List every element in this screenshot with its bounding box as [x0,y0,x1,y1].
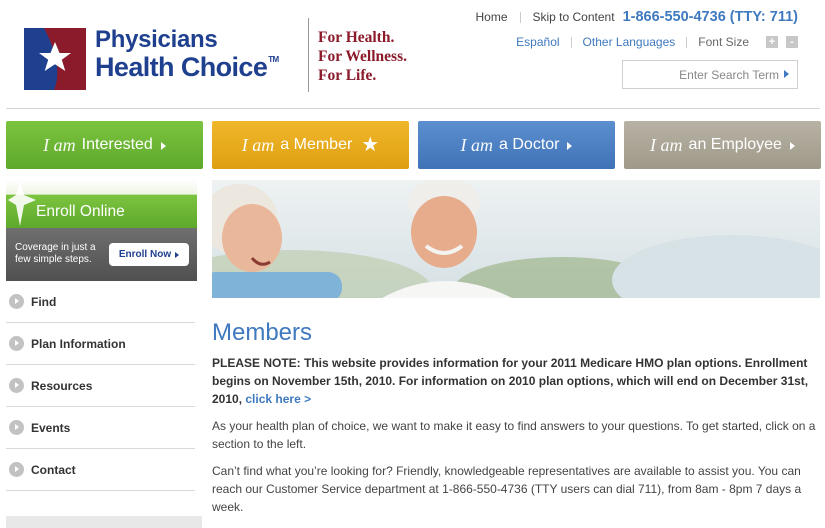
main-content: Members PLEASE NOTE: This website provid… [212,318,818,525]
enroll-description: Coverage in just a few simple steps. [15,242,96,265]
sidebar-item-resources[interactable]: Resources [6,365,195,407]
hero-photo-senior-couple [212,180,820,298]
logo-divider [308,18,309,92]
font-decrease-button[interactable]: - [786,36,798,48]
header-divider [6,108,820,109]
nav-tab-label: a Member [280,136,353,153]
search-go-arrow-icon[interactable] [784,70,789,78]
nav-tab-prefix: I am [460,134,494,155]
enroll-header: Enroll Online [6,180,197,228]
tagline: For Health. For Wellness. For Life. [318,28,407,85]
trademark-mark: TM [268,55,279,64]
link-separator [570,36,572,48]
click-here-link[interactable]: click here > [245,392,311,406]
hero-illustration [212,180,820,298]
sidebar-item-find[interactable]: Find [6,281,195,323]
search-input[interactable] [629,65,779,85]
arrow-right-icon [175,251,180,258]
sidebar-item-label: Contact [31,462,76,477]
nav-tab-doctor[interactable]: I am a Doctor [418,121,615,169]
site-logo[interactable]: Physicians Health ChoiceTM [24,28,304,92]
customer-service-paragraph: Can’t find what you’re looking for? Frie… [212,464,802,514]
nav-tab-label: Interested [81,136,153,153]
nav-tab-interested[interactable]: I am Interested [6,121,203,169]
sidebar-footer-panel [6,516,202,528]
intro-paragraph: As your health plan of choice, we want t… [212,419,816,451]
sidebar-item-contact[interactable]: Contact [6,449,195,491]
enroll-now-label: Enroll Now [118,249,172,260]
logo-line-2: Health ChoiceTM [95,54,279,81]
tagline-line-2: For Wellness. [318,48,407,65]
nav-tab-member[interactable]: I am a Member ★ [212,121,409,169]
nav-tab-prefix: I am [650,134,683,155]
home-link[interactable]: Home [475,10,507,24]
logo-wordmark: Physicians Health ChoiceTM [95,28,279,81]
logo-star-icon [24,28,86,90]
arrow-circle-icon [9,294,24,309]
sidebar-item-events[interactable]: Events [6,407,195,449]
arrow-right-icon [160,141,166,150]
star-icon [8,180,36,226]
utility-links: Home Skip to Content 1-866-550-4736 (TTY… [475,8,798,26]
nav-tab-prefix: I am [241,134,275,155]
star-icon: ★ [361,134,380,156]
arrow-circle-icon [9,378,24,393]
sidebar-item-plan-information[interactable]: Plan Information [6,323,195,365]
arrow-circle-icon [9,462,24,477]
enroll-title: Enroll Online [36,203,125,220]
font-increase-button[interactable]: + [766,36,778,48]
nav-tab-label: an Employee [688,136,782,153]
arrow-circle-icon [9,336,24,351]
sidebar-item-label: Plan Information [31,336,126,351]
arrow-right-icon [789,141,795,150]
other-languages-link[interactable]: Other Languages [583,35,676,49]
language-and-font-links: Español Other Languages Font Size + - [516,34,798,50]
link-separator [686,36,688,48]
logo-line-2-text: Health Choice [95,52,268,82]
plan-notice: PLEASE NOTE: This website provides infor… [212,354,818,408]
nav-tab-prefix: I am [43,134,76,155]
search-box [622,60,798,89]
arrow-circle-icon [9,420,24,435]
phone-number[interactable]: 1-866-550-4736 (TTY: 711) [623,9,798,25]
arrow-right-icon [567,141,573,150]
sidebar-item-label: Events [31,420,71,435]
link-separator [519,11,521,23]
tagline-line-1: For Health. [318,29,395,46]
page-title: Members [212,319,313,346]
enroll-online-banner[interactable]: Enroll Online Coverage in just a few sim… [6,180,197,281]
nav-tab-employee[interactable]: I am an Employee [624,121,821,169]
nav-tab-label: a Doctor [499,136,560,153]
skip-to-content-link[interactable]: Skip to Content [533,10,615,24]
logo-line-1: Physicians [95,26,218,53]
sidebar-item-label: Resources [31,378,93,393]
sidebar-nav: Find Plan Information Resources Events C… [6,281,195,491]
enroll-now-button[interactable]: Enroll Now [109,243,189,266]
espanol-link[interactable]: Español [516,35,559,49]
enroll-body: Coverage in just a few simple steps. Enr… [6,228,197,281]
sidebar-item-label: Find [31,294,57,309]
font-size-label: Font Size [698,35,749,49]
tagline-line-3: For Life. [318,67,377,84]
